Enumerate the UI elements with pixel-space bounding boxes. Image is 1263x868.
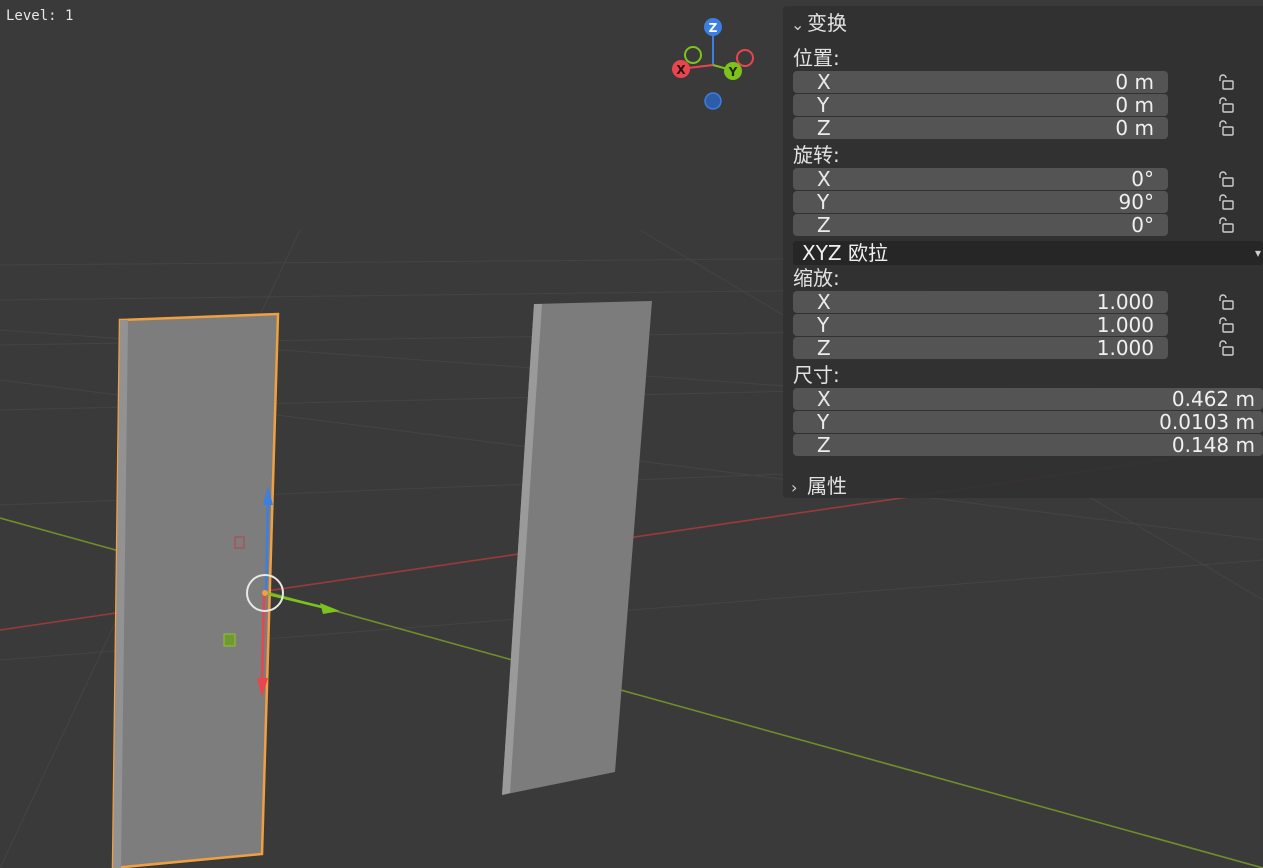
gizmo-z-label: Z bbox=[709, 21, 718, 35]
field-value: 1.000 bbox=[1096, 290, 1154, 314]
chevron-down-icon: ⌄ bbox=[791, 15, 805, 34]
rotation-x-field[interactable]: X 0° bbox=[793, 168, 1168, 190]
field-value: 1.000 bbox=[1096, 313, 1154, 337]
rotation-mode-dropdown[interactable]: XYZ 欧拉 ▾ bbox=[793, 241, 1263, 265]
axis-label: Z bbox=[817, 213, 831, 237]
location-label: 位置: bbox=[793, 46, 840, 70]
lock-icon[interactable] bbox=[1215, 293, 1235, 311]
gizmo-y-label: Y bbox=[728, 65, 738, 79]
rotation-mode-value: XYZ 欧拉 bbox=[802, 241, 888, 265]
field-value: 0° bbox=[1131, 213, 1154, 237]
lock-icon[interactable] bbox=[1215, 170, 1235, 188]
rotation-z-field[interactable]: Z 0° bbox=[793, 214, 1168, 236]
properties-section-header[interactable]: › 属性 bbox=[791, 471, 847, 501]
axis-label: X bbox=[817, 290, 831, 314]
selected-panel-object[interactable] bbox=[111, 312, 280, 868]
field-value: 90° bbox=[1118, 190, 1154, 214]
gizmo-x-label: X bbox=[676, 63, 686, 77]
axis-label: X bbox=[817, 167, 831, 191]
lock-icon[interactable] bbox=[1215, 96, 1235, 114]
dimensions-y-field[interactable]: Y 0.0103 m bbox=[793, 411, 1263, 433]
dimensions-x-field[interactable]: X 0.462 m bbox=[793, 388, 1263, 410]
field-value: 0 m bbox=[1115, 93, 1154, 117]
field-value: 0° bbox=[1131, 167, 1154, 191]
rotation-label: 旋转: bbox=[793, 143, 840, 167]
axis-label: Y bbox=[817, 313, 830, 337]
axis-label: Z bbox=[817, 116, 831, 140]
field-value: 0.148 m bbox=[1171, 433, 1255, 457]
axis-label: Y bbox=[817, 93, 830, 117]
scale-y-field[interactable]: Y 1.000 bbox=[793, 314, 1168, 336]
axis-label: X bbox=[817, 70, 831, 94]
location-x-field[interactable]: X 0 m bbox=[793, 71, 1168, 93]
properties-title: 属性 bbox=[807, 474, 847, 498]
lock-icon[interactable] bbox=[1215, 73, 1235, 91]
transform-title: 变换 bbox=[807, 11, 847, 35]
dimensions-label: 尺寸: bbox=[793, 363, 840, 387]
field-value: 0.462 m bbox=[1171, 387, 1255, 411]
scale-z-field[interactable]: Z 1.000 bbox=[793, 337, 1168, 359]
dimensions-z-field[interactable]: Z 0.148 m bbox=[793, 434, 1263, 456]
field-value: 0 m bbox=[1115, 70, 1154, 94]
location-z-field[interactable]: Z 0 m bbox=[793, 117, 1168, 139]
lock-icon[interactable] bbox=[1215, 216, 1235, 234]
location-y-field[interactable]: Y 0 m bbox=[793, 94, 1168, 116]
dropdown-arrow-icon: ▾ bbox=[1254, 246, 1261, 260]
field-value: 0.0103 m bbox=[1159, 410, 1255, 434]
viewport-level-text: Level: 1 bbox=[6, 8, 74, 24]
transform-section-header[interactable]: ⌄ 变换 bbox=[791, 8, 847, 38]
lock-icon[interactable] bbox=[1215, 119, 1235, 137]
axis-label: Z bbox=[817, 433, 831, 457]
axis-label: X bbox=[817, 387, 831, 411]
field-value: 0 m bbox=[1115, 116, 1154, 140]
axis-label: Y bbox=[817, 190, 830, 214]
scale-x-field[interactable]: X 1.000 bbox=[793, 291, 1168, 313]
lock-icon[interactable] bbox=[1215, 193, 1235, 211]
chevron-right-icon: › bbox=[791, 478, 798, 497]
rotation-y-field[interactable]: Y 90° bbox=[793, 191, 1168, 213]
lock-icon[interactable] bbox=[1215, 339, 1235, 357]
scale-label: 缩放: bbox=[793, 266, 840, 290]
axis-label: Y bbox=[817, 410, 830, 434]
sidebar-transform-panel: ⌄ 变换 位置: X0 m Y0 m Z0 m 旋转: X 0° Y 90° Z 0° … bbox=[783, 6, 1263, 498]
axis-label: Z bbox=[817, 336, 831, 360]
lock-icon[interactable] bbox=[1215, 316, 1235, 334]
field-value: 1.000 bbox=[1096, 336, 1154, 360]
